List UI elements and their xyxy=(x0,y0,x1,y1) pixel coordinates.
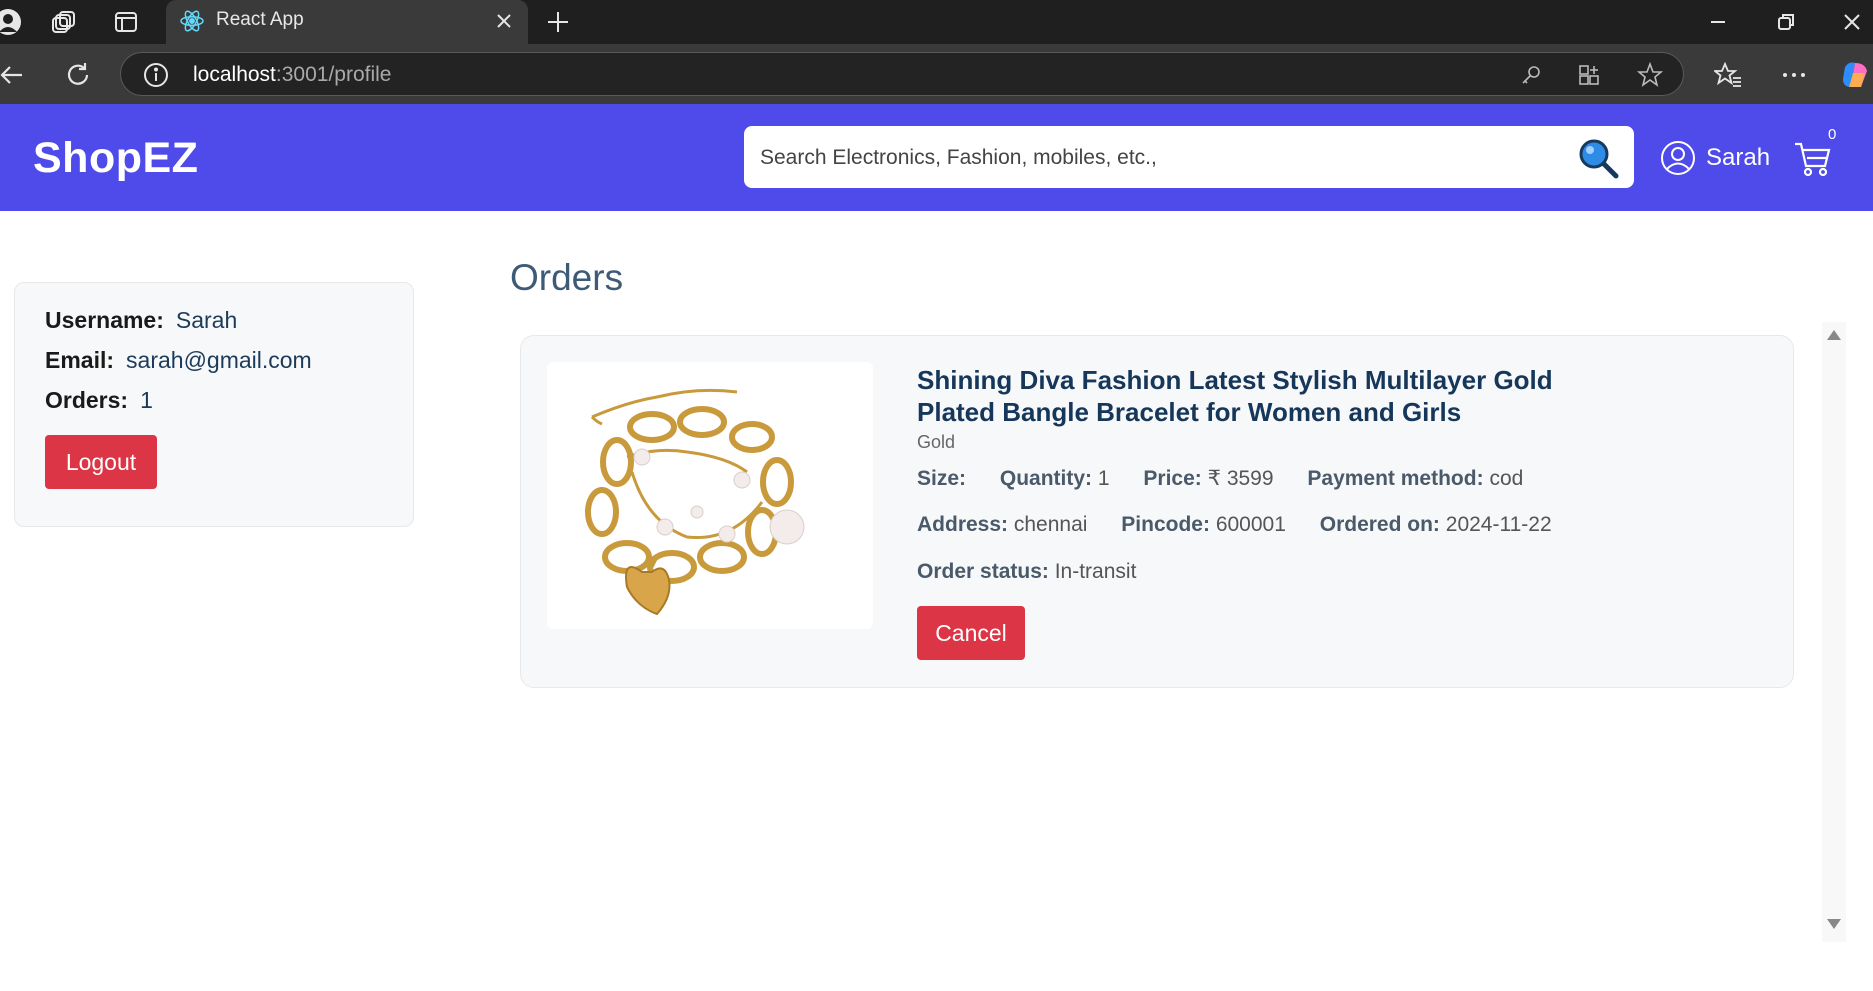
cart-count-badge: 0 xyxy=(1828,126,1837,143)
back-icon[interactable] xyxy=(0,58,28,92)
order-status: Order status: In-transit xyxy=(917,560,1137,583)
favorite-star-icon[interactable] xyxy=(1637,62,1663,88)
cart-icon[interactable] xyxy=(1793,138,1833,178)
favorites-icon[interactable] xyxy=(1712,60,1744,90)
order-card: Shining Diva Fashion Latest Stylish Mult… xyxy=(520,335,1794,688)
minimize-icon[interactable] xyxy=(1698,4,1738,40)
order-info-row-2: Address: chennai Pincode: 600001 Ordered… xyxy=(917,513,1580,537)
tab-title: React App xyxy=(216,9,304,30)
restore-icon[interactable] xyxy=(1766,4,1806,40)
search-input[interactable] xyxy=(758,136,1542,180)
profile-orders-count: Orders: 1 xyxy=(45,387,153,413)
react-icon xyxy=(178,7,206,35)
browser-titlebar: React App xyxy=(0,0,1873,44)
apps-icon[interactable] xyxy=(1577,63,1601,87)
url-text: localhost:3001/profile xyxy=(193,63,392,86)
user-name: Sarah xyxy=(1706,144,1771,171)
product-image xyxy=(547,362,873,629)
brand-logo[interactable]: ShopEZ xyxy=(33,134,198,183)
search-bar xyxy=(744,126,1634,188)
refresh-icon[interactable] xyxy=(60,57,96,93)
product-title: Shining Diva Fashion Latest Stylish Mult… xyxy=(917,365,1553,427)
workspaces-icon[interactable] xyxy=(46,6,82,38)
order-info-row-1: Size: Quantity: 1 Price: ₹ 3599 Payment … xyxy=(917,466,1551,491)
scroll-up-icon[interactable] xyxy=(1826,328,1842,346)
user-icon xyxy=(1661,141,1695,175)
site-info-icon[interactable] xyxy=(143,62,169,88)
order-pincode: Pincode: 600001 xyxy=(1121,513,1286,536)
browser-tab[interactable]: React App xyxy=(166,0,528,44)
order-quantity: Quantity: 1 xyxy=(999,467,1110,490)
close-icon[interactable] xyxy=(490,7,518,35)
profile-email: Email: sarah@gmail.com xyxy=(45,347,312,373)
order-date: Ordered on: 2024-11-22 xyxy=(1319,513,1552,536)
more-options-icon[interactable] xyxy=(1778,62,1810,88)
order-address: Address: chennai xyxy=(917,513,1088,536)
profile-username: Username: Sarah xyxy=(45,307,238,333)
product-description: Gold xyxy=(917,432,956,452)
user-menu[interactable]: Sarah xyxy=(1660,138,1770,178)
scroll-down-icon[interactable] xyxy=(1826,917,1842,935)
orders-heading: Orders xyxy=(510,257,624,298)
logout-button[interactable]: Logout xyxy=(45,435,157,489)
cancel-order-button[interactable]: Cancel xyxy=(917,606,1025,660)
order-payment-method: Payment method: cod xyxy=(1307,467,1524,490)
profile-icon[interactable] xyxy=(0,6,26,38)
close-window-icon[interactable] xyxy=(1832,4,1872,40)
app-navbar: ShopEZ Sarah 0 xyxy=(0,104,1873,211)
tab-actions-icon[interactable] xyxy=(108,6,144,38)
new-tab-icon[interactable] xyxy=(540,4,576,40)
password-key-icon[interactable] xyxy=(1519,63,1543,87)
browser-toolbar: localhost:3001/profile xyxy=(0,44,1873,104)
order-price: Price: ₹ 3599 xyxy=(1143,467,1274,490)
address-bar[interactable]: localhost:3001/profile xyxy=(120,52,1684,96)
search-icon[interactable] xyxy=(1576,136,1620,180)
profile-card: Username: Sarah Email: sarah@gmail.com Ord… xyxy=(14,282,414,527)
order-info-row-3: Order status: In-transit xyxy=(917,560,1164,584)
page-scrollbar[interactable] xyxy=(1822,322,1846,942)
order-size: Size: xyxy=(917,467,967,490)
copilot-icon[interactable] xyxy=(1838,58,1872,92)
